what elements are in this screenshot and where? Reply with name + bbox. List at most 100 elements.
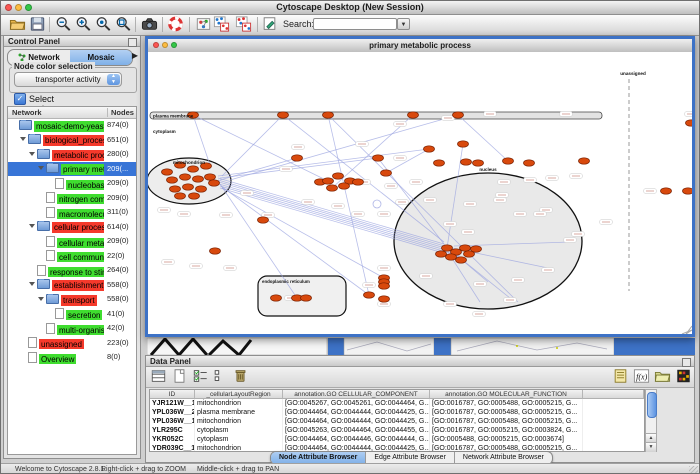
network-node[interactable]: [458, 141, 469, 147]
edge[interactable]: [386, 149, 429, 173]
edge[interactable]: [283, 115, 444, 242]
network-node[interactable]: [301, 295, 312, 301]
cell-3-3[interactable]: [GO:0016787, GO:0005215, GO:0003824, G..…: [430, 426, 583, 435]
expand-triangle-icon[interactable]: [20, 137, 26, 141]
annotation-icon[interactable]: [261, 16, 281, 34]
expand-triangle-icon[interactable]: [29, 224, 35, 228]
cell-2-1[interactable]: mitochondrion: [195, 417, 283, 426]
tree-row-cellular-process[interactable]: cellular process614(0): [8, 220, 136, 235]
float-panel-icon[interactable]: [128, 38, 137, 47]
network-node[interactable]: [524, 160, 535, 166]
network-node[interactable]: [180, 174, 191, 180]
self-loop-edge[interactable]: [373, 200, 381, 208]
zoom-fit-icon[interactable]: [95, 16, 115, 34]
formula-icon[interactable]: f(x): [633, 368, 651, 385]
tree-row-primary-metabol[interactable]: primary metabol209(...: [8, 162, 136, 177]
network-node[interactable]: [210, 248, 221, 254]
network-node[interactable]: [408, 112, 419, 118]
cell-2-2[interactable]: [GO:0044464, GO:0044444, GO:0044425, G..…: [283, 417, 430, 426]
network-node[interactable]: [364, 292, 375, 298]
network-node[interactable]: [189, 193, 200, 199]
network-node[interactable]: [327, 185, 338, 191]
image-snapshot-icon[interactable]: [141, 16, 161, 34]
scroll-down-icon[interactable]: ▼: [646, 442, 656, 452]
tree-row-cellular-metabol[interactable]: cellular metabol209(0): [8, 234, 136, 249]
network-node[interactable]: [379, 296, 390, 302]
select-attributes-icon[interactable]: [192, 368, 210, 385]
network-node[interactable]: [579, 158, 590, 164]
cell-4-1[interactable]: cytoplasm: [195, 435, 283, 444]
tree-row-secretion[interactable]: secretion41(0): [8, 307, 136, 322]
import-attributes-icon[interactable]: [654, 368, 672, 385]
search-dropdown-icon[interactable]: ▼: [397, 18, 410, 30]
cell-3-1[interactable]: cytoplasm: [195, 426, 283, 435]
delete-attribute-icon[interactable]: [232, 368, 250, 385]
network-node[interactable]: [196, 186, 207, 192]
cell-0-0[interactable]: YJR121W__1: [150, 399, 195, 408]
cell-0-2[interactable]: [GO:0045267, GO:0045261, GO:0044464, G..…: [283, 399, 430, 408]
network-node[interactable]: [436, 251, 447, 257]
network-node[interactable]: [183, 184, 194, 190]
network-node[interactable]: [434, 160, 445, 166]
tree-row-cell-communicat[interactable]: cell communicat22(0): [8, 249, 136, 264]
cell-2-0[interactable]: YPL036W__1: [150, 417, 195, 426]
tree-row-response-to-stimulu[interactable]: response to stimulu264(0): [8, 263, 136, 278]
tree-col-network[interactable]: Network: [12, 108, 42, 117]
cell-1-0[interactable]: YPL036W__2: [150, 408, 195, 417]
expand-triangle-icon[interactable]: [38, 297, 44, 301]
network-node[interactable]: [460, 245, 471, 251]
save-session-icon[interactable]: [29, 16, 49, 34]
column-header-annotation.GO CELLULAR_COMPONENT[interactable]: annotation.GO CELLULAR_COMPONENT: [283, 390, 430, 399]
overlay-network-1-icon[interactable]: [213, 16, 233, 34]
network-node[interactable]: [188, 166, 199, 172]
attribute-table-icon[interactable]: [150, 368, 168, 385]
network-node[interactable]: [292, 155, 303, 161]
overlay-network-2-icon[interactable]: [235, 16, 255, 34]
matrix-icon[interactable]: [675, 368, 693, 385]
column-header-ID[interactable]: ID: [150, 390, 195, 399]
network-node[interactable]: [278, 112, 289, 118]
vizmapper-icon[interactable]: [195, 16, 215, 34]
network-node[interactable]: [461, 159, 472, 165]
cell-4-3[interactable]: [GO:0005488, GO:0005215, GO:0003674]: [430, 435, 583, 444]
tree-row-biological-process[interactable]: biological_process651(0): [8, 133, 136, 148]
network-node[interactable]: [271, 295, 282, 301]
resize-grip[interactable]: [689, 466, 698, 474]
edge[interactable]: [458, 115, 508, 161]
cell-5-1[interactable]: mitochondrion: [195, 444, 283, 452]
edge[interactable]: [222, 115, 283, 176]
unselect-attributes-icon[interactable]: [212, 368, 230, 385]
network-node[interactable]: [453, 112, 464, 118]
network-node[interactable]: [193, 176, 204, 182]
network-node[interactable]: [205, 174, 216, 180]
tree-row-multi-organism-pro[interactable]: multi-organism pro42(0): [8, 321, 136, 336]
network-node[interactable]: [503, 158, 514, 164]
network-node[interactable]: [424, 146, 435, 152]
cell-0-3[interactable]: [GO:0016787, GO:0005488, GO:0005215, G..…: [430, 399, 583, 408]
expand-triangle-icon[interactable]: [38, 166, 44, 170]
network-canvas[interactable]: plasma membranecytoplasmmitochondrionnuc…: [148, 52, 692, 334]
tree-row-establishment-of-lo[interactable]: establishment of lo558(0): [8, 278, 136, 293]
tree-row-overview[interactable]: Overview8(0): [8, 350, 136, 365]
network-node[interactable]: [333, 173, 344, 179]
cell-1-3[interactable]: [GO:0016787, GO:0005488, GO:0005215, G..…: [430, 408, 583, 417]
more-tabs-arrow[interactable]: ▶: [132, 51, 138, 60]
network-node[interactable]: [170, 186, 181, 192]
tree-row-transport[interactable]: transport558(0): [8, 292, 136, 307]
network-node[interactable]: [167, 177, 178, 183]
network-node[interactable]: [471, 246, 482, 252]
network-node[interactable]: [661, 188, 672, 194]
tree-row-nitrogen-compou[interactable]: nitrogen compou209(0): [8, 191, 136, 206]
expand-triangle-icon[interactable]: [29, 152, 35, 156]
tree-row-macromolecule[interactable]: macromolecule311(0): [8, 205, 136, 220]
network-node[interactable]: [339, 183, 350, 189]
network-node[interactable]: [258, 217, 269, 223]
network-node[interactable]: [175, 193, 186, 199]
attribute-batch-icon[interactable]: [612, 368, 630, 385]
help-icon[interactable]: [167, 16, 187, 34]
tree-row-metabolic-process[interactable]: metabolic process280(0): [8, 147, 136, 162]
scrollbar-thumb[interactable]: [647, 392, 657, 418]
network-node[interactable]: [373, 155, 384, 161]
zoom-out-icon[interactable]: [55, 16, 75, 34]
cell-1-1[interactable]: plasma membrane: [195, 408, 283, 417]
